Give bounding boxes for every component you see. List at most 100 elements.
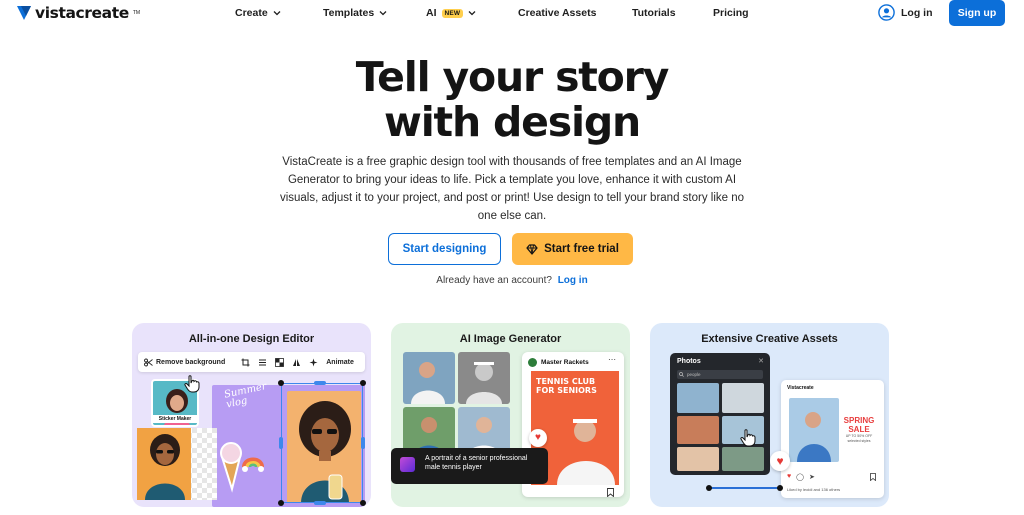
bookmark-icon[interactable] (606, 488, 615, 497)
post-brand: Vistacreate (787, 385, 814, 391)
account-prompt: Already have an account? Log in (0, 275, 1024, 286)
connector-line (708, 487, 780, 489)
sale-line-2: SALE (848, 425, 870, 434)
start-free-trial-button[interactable]: Start free trial (512, 233, 633, 265)
animate-label[interactable]: Animate (326, 359, 354, 366)
bookmark-icon[interactable] (869, 473, 877, 481)
sticker-maker-label: Sticker Maker (151, 415, 199, 423)
nav-templates-label: Templates (323, 7, 375, 19)
nav-templates[interactable]: Templates (323, 7, 387, 19)
account-name: Master Rackets (541, 359, 589, 366)
more-options-icon[interactable]: ⋯ (608, 355, 616, 364)
login-label: Log in (901, 6, 933, 19)
resize-handle[interactable] (360, 380, 366, 386)
nav-creative-assets[interactable]: Creative Assets (518, 7, 596, 19)
ice-cream-sticker-icon (220, 442, 264, 493)
resize-handle[interactable] (361, 437, 365, 449)
scissors-icon[interactable] (144, 358, 153, 367)
nav-create-label: Create (235, 7, 268, 19)
resize-handle[interactable] (314, 381, 326, 385)
remove-background-label[interactable]: Remove background (156, 359, 225, 366)
card-ai-image-generator[interactable]: AI Image Generator Master Rackets ⋯ TENN… (391, 323, 630, 507)
photos-panel: Photos ✕ people (670, 353, 770, 475)
transparency-icon[interactable] (275, 357, 285, 367)
resize-handle[interactable] (314, 501, 326, 505)
comment-icon[interactable]: ◯ (796, 473, 804, 481)
card-title: All-in-one Design Editor (188, 333, 315, 345)
card-title: Extensive Creative Assets (701, 333, 838, 345)
sale-line-1: SPRING (843, 416, 875, 425)
photo-thumb[interactable] (722, 383, 764, 413)
account-prompt-text: Already have an account? (436, 275, 552, 286)
post-photo (789, 398, 839, 462)
share-icon[interactable]: ➤ (809, 473, 815, 481)
card-creative-assets[interactable]: Extensive Creative Assets Photos ✕ peopl… (650, 323, 889, 507)
card-title: AI Image Generator (459, 333, 562, 345)
heart-icon: ♥ (535, 432, 541, 443)
post-actions: ♥ ◯ ➤ (787, 473, 815, 481)
account-login-link[interactable]: Log in (558, 275, 588, 286)
like-button[interactable]: ♥ (770, 451, 790, 471)
signup-button[interactable]: Sign up (949, 0, 1005, 26)
photo-thumb[interactable] (677, 447, 719, 471)
ai-prompt-icon (400, 457, 415, 472)
diamond-icon (526, 243, 538, 255)
hand-cursor-icon (184, 375, 200, 393)
flip-icon[interactable] (292, 358, 301, 367)
heart-icon: ♥ (776, 454, 784, 468)
account-avatar (528, 358, 537, 367)
close-icon[interactable]: ✕ (758, 357, 764, 365)
social-post-preview: Vistacreate SPRING SALE UP TO 50% OFF se… (781, 380, 884, 498)
tennis-player-icon (466, 362, 502, 404)
spring-sale-text: SPRING SALE UP TO 50% OFF selected style… (839, 416, 879, 444)
post-header: Master Rackets (528, 358, 589, 367)
nav-tutorials-label: Tutorials (632, 7, 676, 19)
logo-mark-icon (17, 6, 31, 20)
start-designing-button[interactable]: Start designing (388, 233, 501, 265)
chevron-down-icon (273, 11, 281, 16)
brand-name: vistacreate (35, 4, 129, 22)
search-icon (679, 372, 684, 377)
tennis-player-icon (411, 362, 445, 404)
brand-logo[interactable]: vistacreate TM (16, 3, 140, 23)
generated-image[interactable] (403, 352, 455, 404)
photo-thumb[interactable] (677, 416, 719, 444)
resize-handle[interactable] (279, 437, 283, 449)
nav-tutorials[interactable]: Tutorials (632, 7, 676, 19)
search-query: people (687, 372, 701, 377)
woman-portrait-icon (145, 434, 185, 500)
connector-dot (706, 485, 712, 491)
hand-cursor-icon (740, 429, 756, 447)
nav-creative-assets-label: Creative Assets (518, 7, 597, 19)
hero-title-line-1: Tell your story (355, 53, 670, 101)
resize-handle[interactable] (278, 500, 284, 506)
new-badge: NEW (441, 8, 464, 18)
cutout-photo (137, 428, 191, 500)
nav-ai-label: AI (426, 7, 437, 19)
login-link[interactable]: Log in (878, 4, 933, 21)
poster-title: TENNIS CLUB FOR SENIORS (536, 377, 597, 395)
ai-prompt-box[interactable]: A portrait of a senior professional male… (391, 448, 548, 484)
resize-handle[interactable] (278, 380, 284, 386)
photo-thumb[interactable] (677, 383, 719, 413)
brand-trademark: TM (132, 10, 141, 16)
heart-icon[interactable]: ♥ (787, 473, 791, 481)
nav-create[interactable]: Create (235, 7, 281, 19)
align-icon[interactable] (258, 358, 267, 367)
editor-toolbar: Remove background Animate (138, 352, 365, 372)
crop-icon[interactable] (241, 358, 250, 367)
photo-search-input[interactable]: people (677, 370, 763, 379)
panel-title: Photos (677, 358, 701, 365)
resize-handle[interactable] (360, 500, 366, 506)
nav-pricing[interactable]: Pricing (713, 7, 749, 19)
like-button[interactable]: ♥ (529, 429, 547, 447)
photo-thumb[interactable] (722, 447, 764, 471)
selection-box[interactable] (281, 383, 363, 503)
prompt-text: A portrait of a senior professional male… (425, 455, 528, 471)
sparkle-icon[interactable] (309, 358, 318, 367)
chevron-down-icon (468, 11, 476, 16)
card-design-editor[interactable]: All-in-one Design Editor Remove backgrou… (132, 323, 371, 507)
generated-image[interactable] (458, 352, 510, 404)
nav-ai[interactable]: AI NEW (426, 7, 476, 19)
top-nav: vistacreate TM Create Templates AI NEW C… (0, 0, 1024, 28)
